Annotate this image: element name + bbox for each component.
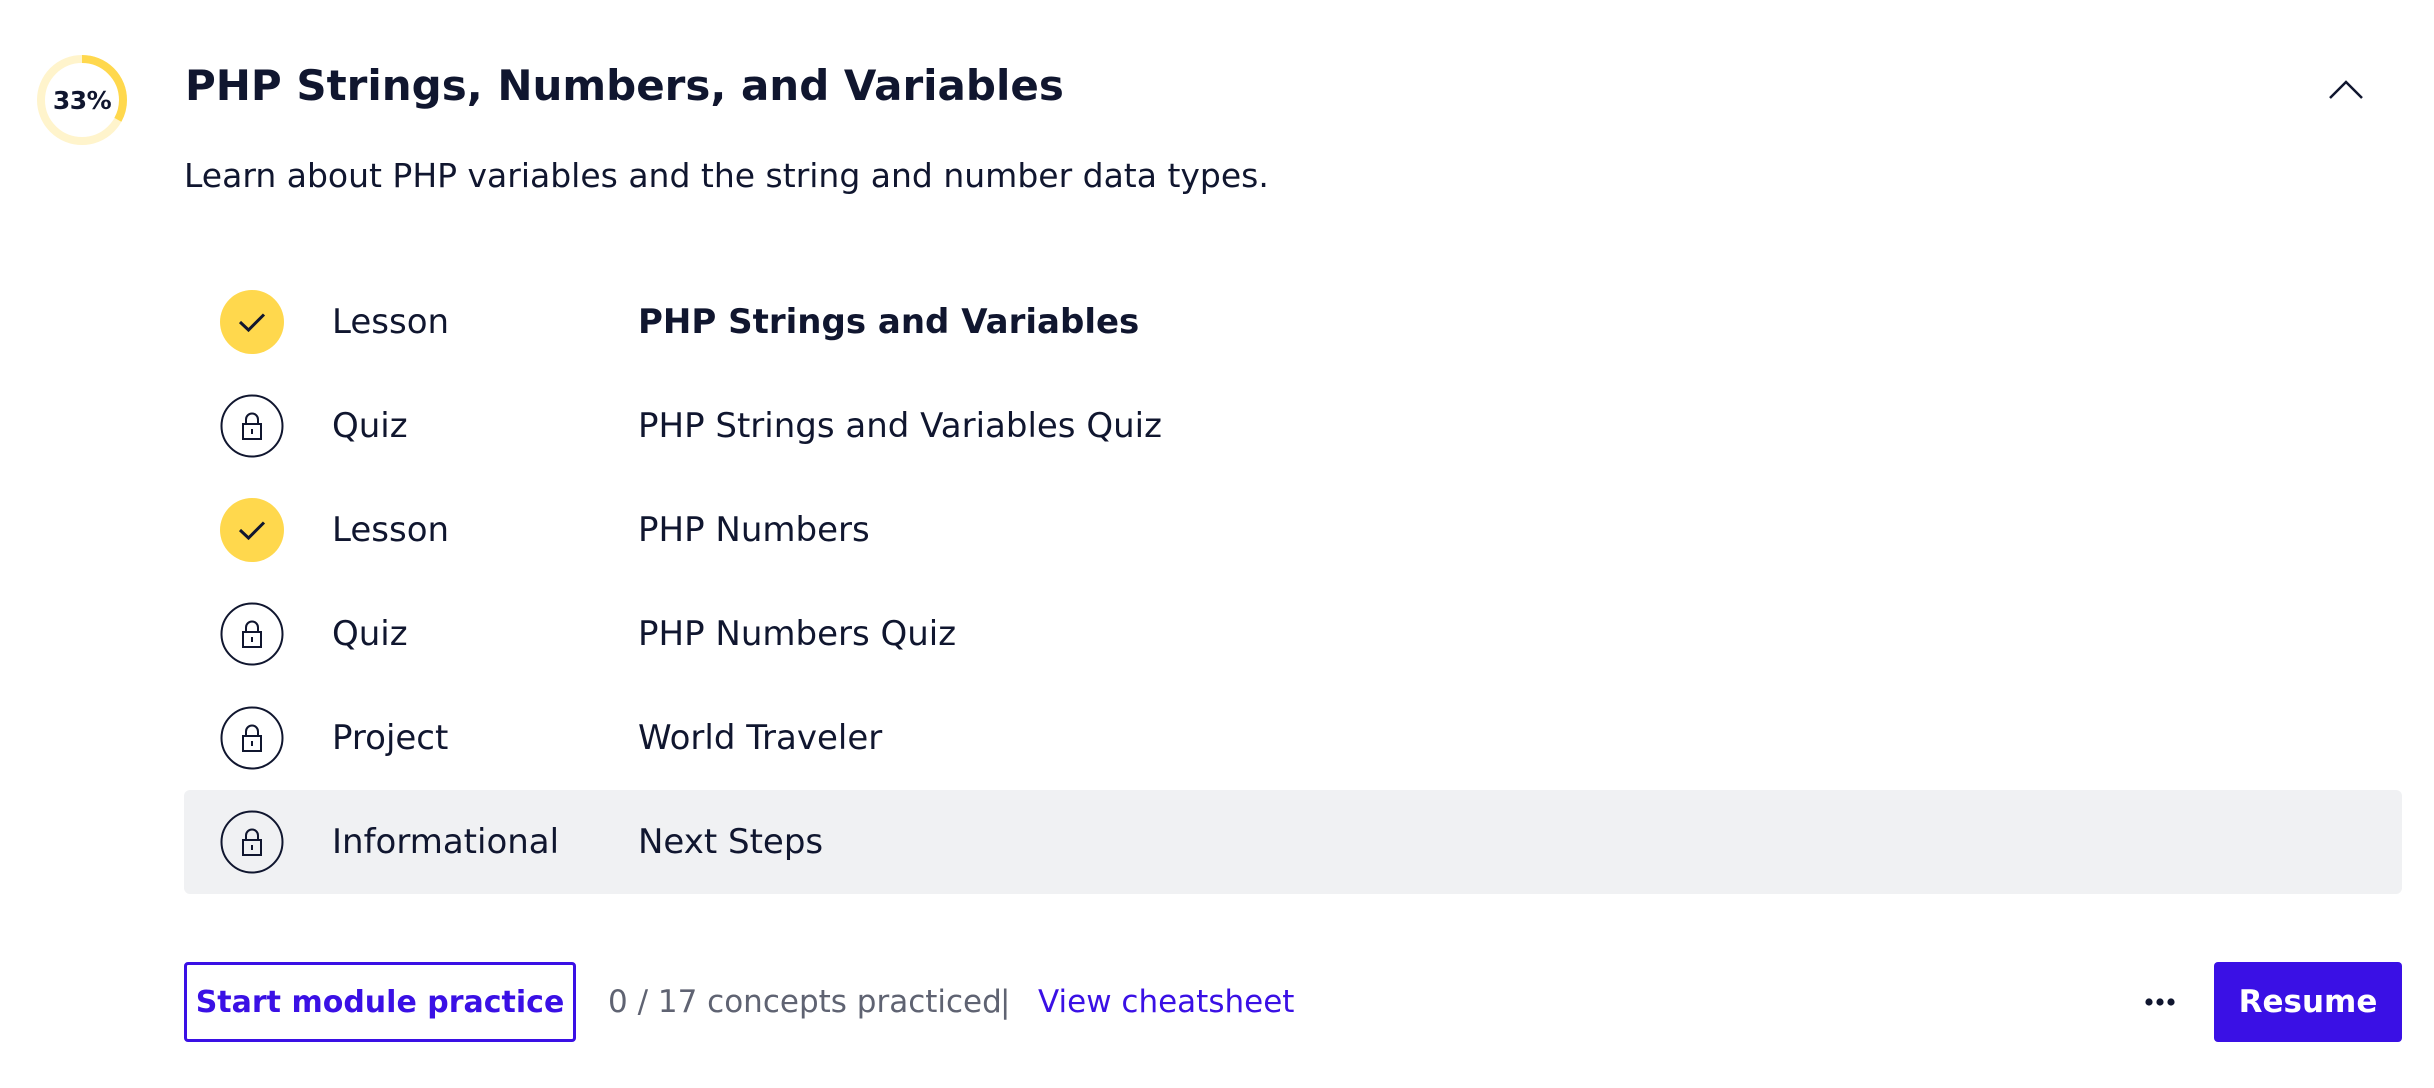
- lock-icon: [220, 706, 284, 770]
- chevron-up-icon: [2329, 80, 2363, 99]
- check-icon: [220, 498, 284, 562]
- progress-percent: 33%: [52, 85, 112, 115]
- more-options-button[interactable]: [2124, 962, 2196, 1042]
- item-name: PHP Strings and Variables Quiz: [638, 406, 1162, 446]
- check-icon: [220, 290, 284, 354]
- item-name: PHP Strings and Variables: [638, 302, 1140, 342]
- module-title: PHP Strings, Numbers, and Variables: [185, 61, 1064, 110]
- item-name: PHP Numbers: [638, 510, 870, 550]
- footer-divider: |: [1000, 984, 1011, 1020]
- module-item-row[interactable]: Quiz PHP Strings and Variables Quiz: [184, 374, 2402, 478]
- more-dots-icon: [2145, 998, 2175, 1006]
- lock-icon: [220, 394, 284, 458]
- item-type: Quiz: [332, 406, 408, 446]
- module-item-row[interactable]: Informational Next Steps: [184, 790, 2402, 894]
- module-item-row[interactable]: Quiz PHP Numbers Quiz: [184, 582, 2402, 686]
- start-module-practice-button[interactable]: Start module practice: [184, 962, 576, 1042]
- view-cheatsheet-link[interactable]: View cheatsheet: [1038, 962, 1294, 1042]
- module-items-list: Lesson PHP Strings and Variables Quiz PH…: [184, 270, 2402, 894]
- item-type: Lesson: [332, 510, 450, 550]
- item-name: World Traveler: [638, 718, 883, 758]
- module-footer: Start module practice 0 / 17 concepts pr…: [184, 962, 2402, 1042]
- module-item-row[interactable]: Lesson PHP Strings and Variables: [184, 270, 2402, 374]
- module-description: Learn about PHP variables and the string…: [184, 156, 1269, 195]
- module-card: 33% PHP Strings, Numbers, and Variables …: [0, 0, 2434, 1088]
- item-name: PHP Numbers Quiz: [638, 614, 957, 654]
- item-type: Project: [332, 718, 449, 758]
- resume-button[interactable]: Resume: [2214, 962, 2402, 1042]
- lock-icon: [220, 602, 284, 666]
- item-type: Informational: [332, 822, 560, 862]
- collapse-button[interactable]: [2318, 62, 2374, 118]
- progress-ring: 33%: [34, 52, 130, 148]
- item-type: Quiz: [332, 614, 408, 654]
- lock-icon: [220, 810, 284, 874]
- module-item-row[interactable]: Lesson PHP Numbers: [184, 478, 2402, 582]
- module-item-row[interactable]: Project World Traveler: [184, 686, 2402, 790]
- item-name: Next Steps: [638, 822, 824, 862]
- item-type: Lesson: [332, 302, 450, 342]
- concepts-practiced-count: 0 / 17 concepts practiced: [608, 984, 1002, 1020]
